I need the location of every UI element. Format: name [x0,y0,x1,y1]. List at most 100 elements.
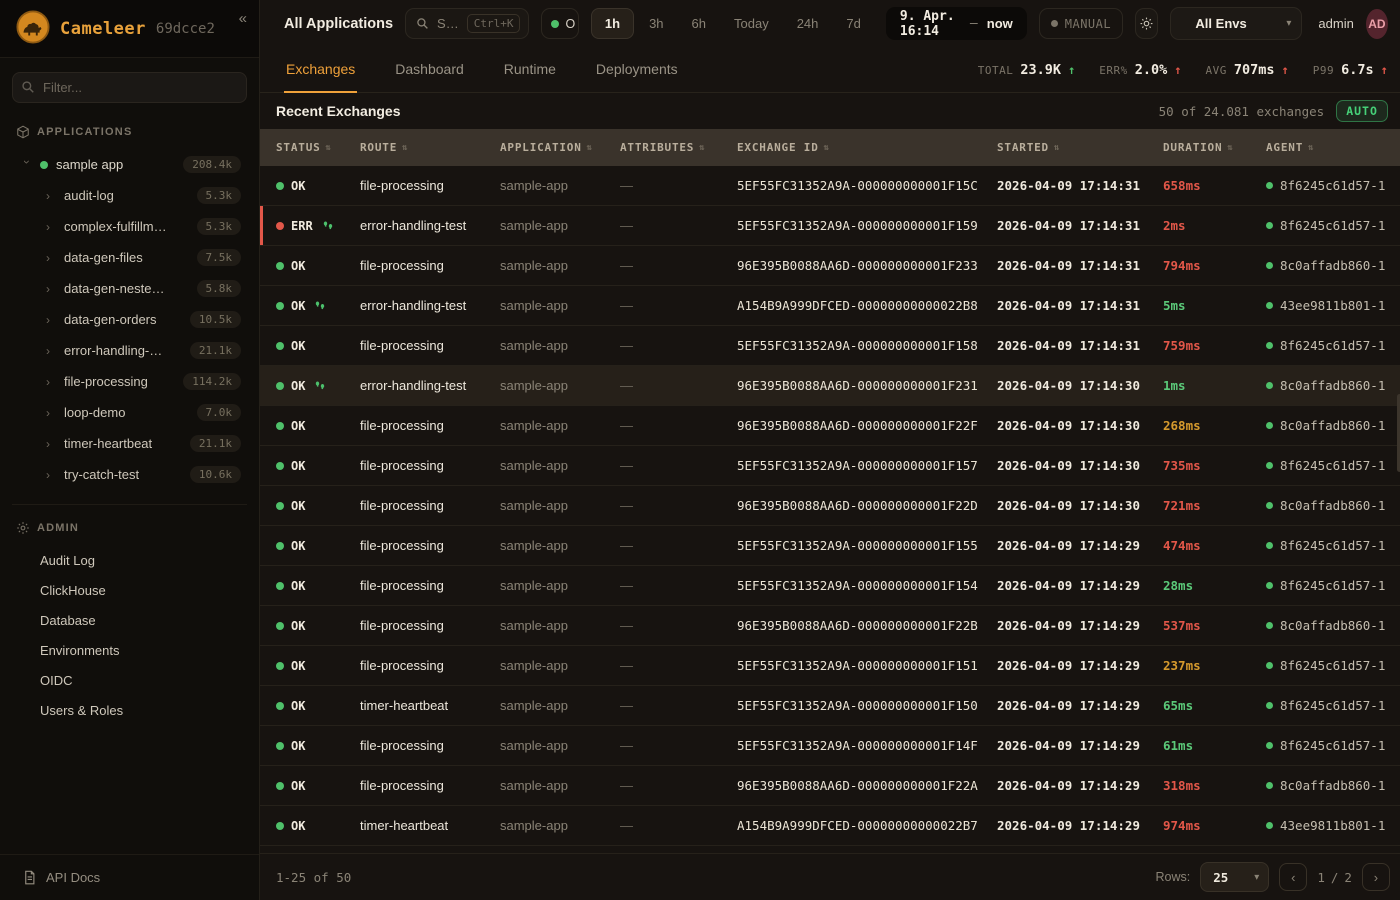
time-range-button[interactable]: 1h [591,8,634,39]
admin-menu-item[interactable]: OIDC [12,665,247,695]
chevron-right-icon[interactable]: › [46,468,56,482]
sidebar-route-item[interactable]: › loop-demo 7.0k [12,397,247,428]
chevron-right-icon[interactable]: › [46,189,56,203]
sidebar-route-item[interactable]: › error-handling-… 21.1k [12,335,247,366]
sidebar-route-item[interactable]: › complex-fulfillm… 5.3k [12,211,247,242]
table-row[interactable]: OK file-processing sample-app — 5EF55FC3… [260,326,1400,366]
sort-icon[interactable]: ⇅ [326,143,332,153]
table-row[interactable]: OK error-handling-test sample-app — 96E3… [260,366,1400,406]
table-row[interactable]: OK file-processing sample-app — 96E395B0… [260,766,1400,806]
table-row[interactable]: OK file-processing sample-app — 96E395B0… [260,406,1400,446]
sidebar-route-item[interactable]: › file-processing 114.2k [12,366,247,397]
table-row[interactable]: OK timer-heartbeat sample-app — A154B9A9… [260,806,1400,846]
sidebar-route-item[interactable]: › data-gen-orders 10.5k [12,304,247,335]
column-header[interactable]: STARTED ⇅ [997,141,1163,154]
column-header[interactable]: ROUTE ⇅ [360,141,500,154]
column-header[interactable]: EXCHANGE ID ⇅ [737,141,997,154]
table-row[interactable]: OK file-processing sample-app — 96E395B0… [260,606,1400,646]
chevron-right-icon[interactable]: › [46,251,56,265]
status-cell: OK [276,179,360,193]
sidebar-route-item[interactable]: › try-catch-test 10.6k [12,459,247,490]
tab[interactable]: Exchanges [284,47,357,93]
chevron-right-icon[interactable]: › [46,282,56,296]
api-docs-link[interactable]: API Docs [0,854,259,900]
sort-icon[interactable]: ⇅ [587,143,593,153]
sort-icon[interactable]: ⇅ [402,143,408,153]
chevron-down-icon[interactable]: › [20,160,34,170]
chevron-right-icon[interactable]: › [46,406,56,420]
filter-input[interactable] [12,72,247,103]
main-area: All Applications S… Ctrl+K O 1h 3h 6h [260,0,1400,900]
chevron-right-icon[interactable]: › [46,313,56,327]
table-row[interactable]: OK file-processing sample-app — 5EF55FC3… [260,726,1400,766]
sort-icon[interactable]: ⇅ [824,143,830,153]
chevron-right-icon[interactable]: › [46,375,56,389]
time-range-button[interactable]: 7d [833,8,873,39]
column-label: EXCHANGE ID [737,141,819,154]
table-row[interactable]: OK file-processing sample-app — 5EF55FC3… [260,166,1400,206]
column-header[interactable]: DURATION ⇅ [1163,141,1266,154]
time-range-button[interactable]: 24h [784,8,832,39]
sidebar-route-item[interactable]: › data-gen-neste… 5.8k [12,273,247,304]
sidebar-route-item[interactable]: › timer-heartbeat 21.1k [12,428,247,459]
admin-menu-item[interactable]: Environments [12,635,247,665]
sidebar-route-item[interactable]: › data-gen-files 7.5k [12,242,247,273]
table-row[interactable]: OK file-processing sample-app — 5EF55FC3… [260,446,1400,486]
time-range-button[interactable]: 3h [636,8,676,39]
admin-menu-item[interactable]: ClickHouse [12,575,247,605]
table-row[interactable]: ERR error-handling-test sample-app — 5EF… [260,206,1400,246]
global-search[interactable]: S… Ctrl+K [405,8,529,39]
sidebar-route-item[interactable]: › audit-log 5.3k [12,180,247,211]
date-range-display[interactable]: 9. Apr. 16:14 – now [886,7,1027,40]
column-header[interactable]: AGENT ⇅ [1266,141,1394,154]
live-toggle[interactable]: O [541,8,578,39]
sort-icon[interactable]: ⇅ [699,143,705,153]
admin-menu-item[interactable]: Database [12,605,247,635]
next-page-button[interactable]: › [1362,863,1390,891]
environment-select[interactable]: All Envs ▾ [1170,7,1302,40]
column-header[interactable]: APPLICATION ⇅ [500,141,620,154]
table-row[interactable]: OK file-processing sample-app — 5EF55FC3… [260,526,1400,566]
table-row[interactable]: OK file-processing sample-app — 5EF55FC3… [260,646,1400,686]
time-range-button[interactable]: Today [721,8,782,39]
chevron-right-icon[interactable]: › [46,220,56,234]
tab[interactable]: Runtime [502,47,558,93]
admin-menu-item[interactable]: Users & Roles [12,695,247,725]
route-count-badge: 10.5k [190,311,241,328]
tab[interactable]: Dashboard [393,47,466,93]
exchange-id-cell: 96E395B0088AA6D-000000000001F22F [737,418,997,433]
agent-id: 8f6245c61d57-1 [1280,338,1385,353]
chevron-right-icon[interactable]: › [46,344,56,358]
table-row[interactable]: OK timer-heartbeat sample-app — 5EF55FC3… [260,686,1400,726]
sort-icon[interactable]: ⇅ [1054,143,1060,153]
manual-label: MANUAL [1065,17,1111,31]
avatar[interactable]: AD [1366,9,1388,39]
sort-icon[interactable]: ⇅ [1227,143,1233,153]
table-row[interactable]: OK error-handling-test sample-app — A154… [260,286,1400,326]
application-cell: sample-app [500,538,620,553]
chevron-right-icon[interactable]: › [46,437,56,451]
column-header[interactable]: ATTRIBUTES ⇅ [620,141,737,154]
column-header[interactable]: STATUS ⇅ [276,141,360,154]
theme-toggle-button[interactable] [1135,8,1158,39]
admin-menu-item[interactable]: Audit Log [12,545,247,575]
prev-page-button[interactable]: ‹ [1279,863,1307,891]
time-range-button[interactable]: 6h [679,8,719,39]
cube-icon [16,125,30,139]
tab[interactable]: Deployments [594,47,680,93]
table-row[interactable]: OK file-processing sample-app — 5EF55FC3… [260,566,1400,606]
manual-refresh-button[interactable]: MANUAL [1039,8,1123,39]
started-cell: 2026-04-09 17:14:29 [997,818,1163,833]
duration-cell: 1ms [1163,378,1266,393]
rows-per-page-select[interactable]: 25 ▾ [1200,862,1269,892]
sort-icon[interactable]: ⇅ [1308,143,1314,153]
status-label: OK [291,259,305,273]
table-row[interactable]: OK file-processing sample-app — 96E395B0… [260,486,1400,526]
sidebar-collapse-icon[interactable]: « [239,10,247,27]
auto-refresh-badge[interactable]: AUTO [1336,100,1388,122]
sidebar-item-sample-app[interactable]: › sample app 208.4k [12,149,247,180]
application-cell: sample-app [500,338,620,353]
table-row[interactable]: OK file-processing sample-app — 96E395B0… [260,246,1400,286]
route-count-badge: 5.3k [197,218,242,235]
status-dot [276,262,284,270]
